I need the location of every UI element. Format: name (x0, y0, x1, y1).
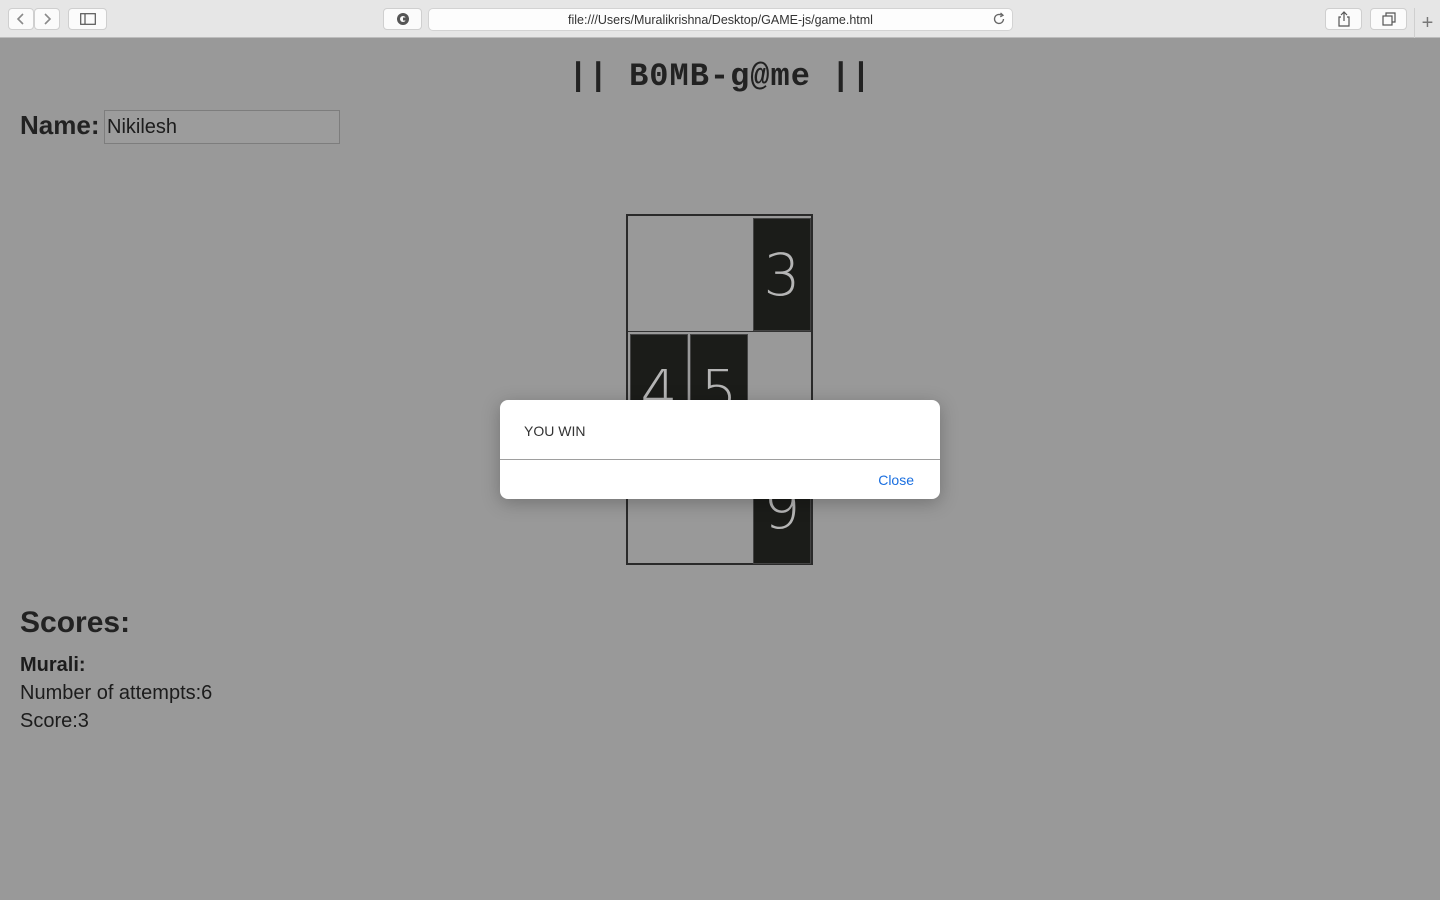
privacy-report-button[interactable] (383, 8, 422, 30)
reload-icon[interactable] (992, 12, 1006, 26)
share-icon (1337, 11, 1350, 27)
forward-button[interactable] (34, 8, 60, 30)
sidebar-toggle-button[interactable] (68, 8, 107, 30)
score-player-name: Murali: (20, 654, 86, 676)
tabs-overview-button[interactable] (1370, 8, 1407, 30)
score-attempts: Number of attempts:6 (20, 682, 213, 704)
close-button[interactable]: Close (878, 472, 914, 488)
browser-toolbar: file:///Users/Muralikrishna/Desktop/GAME… (0, 0, 1440, 38)
address-bar[interactable]: file:///Users/Muralikrishna/Desktop/GAME… (428, 8, 1013, 31)
shield-icon (396, 13, 409, 25)
name-input[interactable] (104, 110, 340, 144)
score-value: Score:3 (20, 710, 89, 732)
alert-message: YOU WIN (524, 423, 586, 439)
name-label: Name: (20, 110, 100, 140)
scores-heading: Scores: (20, 606, 131, 639)
new-tab-button[interactable]: + (1414, 8, 1440, 38)
alert-dialog: YOU WIN Close (500, 400, 940, 499)
board-cell-3[interactable]: 3 (753, 218, 811, 331)
game-board: 3 4 5 9 (626, 214, 813, 565)
tabs-icon (1381, 12, 1396, 26)
alert-divider (500, 459, 940, 460)
chevron-left-icon (16, 13, 24, 25)
plus-icon: + (1421, 11, 1434, 34)
chevron-right-icon (44, 13, 52, 25)
board-row-divider (628, 331, 811, 332)
back-button[interactable] (8, 8, 34, 30)
page-title: || B0MB-g@me || (568, 58, 872, 95)
url-text: file:///Users/Muralikrishna/Desktop/GAME… (568, 13, 873, 27)
sidebar-icon (79, 13, 96, 25)
share-button[interactable] (1325, 8, 1362, 30)
